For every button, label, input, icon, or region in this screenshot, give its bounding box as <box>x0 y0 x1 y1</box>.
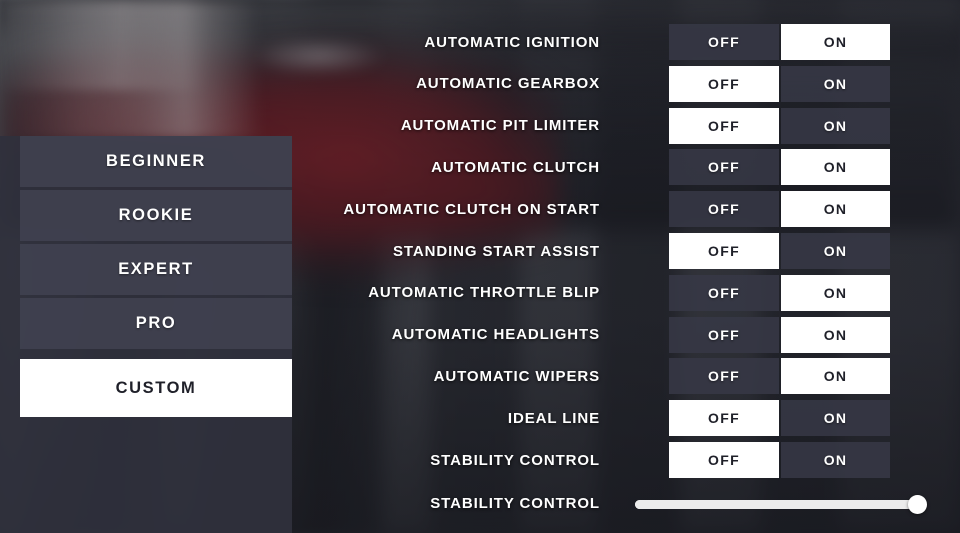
toggle-option-off[interactable]: OFF <box>669 107 779 144</box>
assists-settings-screen: BEGINNER ROOKIE EXPERT PRO CUSTOM AUTOMATIC … <box>0 0 960 533</box>
toggle-option-on[interactable]: ON <box>781 358 890 395</box>
setting-label: AUTOMATIC IGNITION <box>424 33 600 51</box>
toggle-option-off[interactable]: OFF <box>669 149 779 186</box>
toggle-option-on[interactable]: ON <box>781 65 890 102</box>
setting-toggle: OFF ON <box>669 233 890 269</box>
setting-toggle: OFF ON <box>669 358 890 395</box>
toggle-option-on[interactable]: ON <box>781 274 890 311</box>
toggle-option-on[interactable]: ON <box>781 24 890 60</box>
setting-label: IDEAL LINE <box>507 409 600 427</box>
setting-row: STABILITY CONTROL OFF ON <box>0 442 960 478</box>
setting-row: AUTOMATIC THROTTLE BLIP OFF ON <box>0 274 960 311</box>
stability-control-slider-fill <box>635 500 918 509</box>
toggle-option-off[interactable]: OFF <box>669 65 779 102</box>
setting-label: AUTOMATIC WIPERS <box>433 367 600 385</box>
stability-control-slider-label: STABILITY CONTROL <box>430 494 600 512</box>
toggle-option-off[interactable]: OFF <box>669 24 779 60</box>
setting-label: AUTOMATIC THROTTLE BLIP <box>368 284 600 302</box>
stability-control-slider-track[interactable] <box>635 500 918 509</box>
setting-label: AUTOMATIC PIT LIMITER <box>400 117 600 135</box>
setting-row: AUTOMATIC CLUTCH ON START OFF ON <box>0 191 960 228</box>
setting-toggle: OFF ON <box>669 316 890 353</box>
toggle-option-on[interactable]: ON <box>781 149 890 186</box>
toggle-option-off[interactable]: OFF <box>669 233 779 269</box>
setting-row: AUTOMATIC GEARBOX OFF ON <box>0 65 960 102</box>
setting-toggle: OFF ON <box>669 149 890 186</box>
toggle-option-on[interactable]: ON <box>781 191 890 228</box>
setting-toggle: OFF ON <box>669 24 890 60</box>
toggle-option-off[interactable]: OFF <box>669 274 779 311</box>
setting-row: AUTOMATIC PIT LIMITER OFF ON <box>0 107 960 144</box>
setting-label: AUTOMATIC CLUTCH ON START <box>343 200 600 218</box>
setting-label: AUTOMATIC CLUTCH <box>431 158 600 176</box>
setting-row: AUTOMATIC HEADLIGHTS OFF ON <box>0 316 960 353</box>
stability-control-slider-row: STABILITY CONTROL <box>0 485 960 521</box>
toggle-option-off[interactable]: OFF <box>669 316 779 353</box>
setting-toggle: OFF ON <box>669 107 890 144</box>
setting-label: AUTOMATIC GEARBOX <box>416 75 600 93</box>
setting-toggle: OFF ON <box>669 65 890 102</box>
setting-label: AUTOMATIC HEADLIGHTS <box>391 326 600 344</box>
setting-toggle: OFF ON <box>669 400 890 437</box>
stability-control-slider-knob[interactable] <box>908 495 927 514</box>
toggle-option-on[interactable]: ON <box>781 316 890 353</box>
setting-label: STANDING START ASSIST <box>393 242 600 260</box>
setting-row: AUTOMATIC WIPERS OFF ON <box>0 358 960 395</box>
setting-row: STANDING START ASSIST OFF ON <box>0 233 960 269</box>
toggle-option-off[interactable]: OFF <box>669 358 779 395</box>
toggle-option-on[interactable]: ON <box>781 107 890 144</box>
setting-row: AUTOMATIC CLUTCH OFF ON <box>0 149 960 186</box>
setting-toggle: OFF ON <box>669 191 890 228</box>
setting-toggle: OFF ON <box>669 274 890 311</box>
setting-label: STABILITY CONTROL <box>430 451 600 469</box>
setting-row: AUTOMATIC IGNITION OFF ON <box>0 24 960 60</box>
setting-row: IDEAL LINE OFF ON <box>0 400 960 437</box>
setting-toggle: OFF ON <box>669 442 890 478</box>
toggle-option-off[interactable]: OFF <box>669 442 779 478</box>
toggle-option-off[interactable]: OFF <box>669 400 779 437</box>
toggle-option-on[interactable]: ON <box>781 400 890 437</box>
toggle-option-on[interactable]: ON <box>781 233 890 269</box>
toggle-option-on[interactable]: ON <box>781 442 890 478</box>
toggle-option-off[interactable]: OFF <box>669 191 779 228</box>
